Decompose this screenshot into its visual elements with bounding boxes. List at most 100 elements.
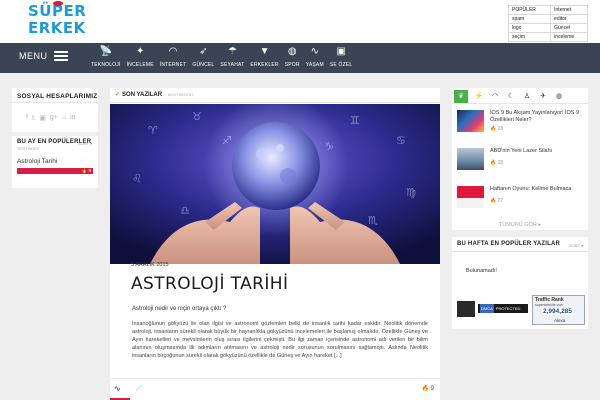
alexa-traffic-rank-badge[interactable]: Traffic Rank superwebsite.com 2,994,285 … — [532, 295, 585, 325]
post-thumbnail[interactable] — [457, 148, 484, 170]
article-card: ✓ SON YAZILAR MOST RECENT ♈ ♉ ♊ ♋ ♌ ♍ ♎ … — [110, 88, 440, 400]
tag-link[interactable]: seçim — [507, 32, 552, 42]
post-thumbnail[interactable] — [457, 186, 484, 208]
basketball-icon: ◍ — [287, 46, 297, 57]
person-icon[interactable]: ♙ — [520, 90, 534, 103]
sort-dropdown[interactable]: SORT ▾ — [78, 141, 92, 146]
divider — [12, 102, 98, 103]
tab-most-recent[interactable]: MOST RECENT — [168, 93, 193, 97]
svg-text:♎: ♎ — [180, 204, 190, 217]
fire-icon: 🔥 — [421, 386, 429, 392]
tag-link[interactable]: inceleme — [550, 32, 588, 42]
article-excerpt: İnsanoğlunun gökyüzü ile olan ilgisi ve … — [132, 321, 428, 359]
beach-umbrella-icon: ☂ — [227, 46, 237, 57]
leaf-icon[interactable]: ❦ — [454, 90, 468, 103]
article-date: 5 ARALIK 2015 — [131, 262, 169, 268]
widget-subtitle: TESTI INDEX — [17, 147, 39, 151]
category-nav: 📡 TEKNOLOJİ ✦ İNCELEME ◠ İNTERNET ➶ GÜNCEL ☂… — [88, 45, 355, 73]
article-title[interactable]: ASTROLOJİ TARİHİ — [131, 274, 288, 294]
wifi-icon: ◠ — [168, 46, 178, 57]
main-navbar: MENU 📡 TEKNOLOJİ ✦ İNCELEME ◠ İNTERNET ➶ GÜN… — [0, 43, 600, 73]
see-all-link[interactable]: TÜMÜNÜ GÖR ▸ — [452, 222, 588, 228]
tie-icon: ▼ — [259, 46, 270, 57]
nav-item-yasam[interactable]: ∿ YAŞAM — [303, 45, 327, 73]
traffic-rank-value: 2,994,285 — [541, 308, 574, 315]
nav-item-seyahat[interactable]: ☂ SEYAHAT — [217, 45, 247, 73]
tag-link[interactable]: spam — [507, 14, 552, 24]
menu-button[interactable]: MENU — [19, 51, 68, 61]
fire-icon: 🔥 — [490, 160, 497, 166]
plane-icon[interactable]: ✈ — [536, 90, 550, 103]
nav-item-se-ozel[interactable]: ▣ SE ÖZEL — [327, 45, 356, 73]
pulse-icon[interactable]: ∿ — [114, 384, 121, 393]
facebook-icon[interactable]: f — [26, 114, 28, 122]
tag-link[interactable]: POPÜLER — [507, 5, 552, 15]
empty-message: Bulunamadı! — [466, 268, 497, 274]
widget-title: BU HAFTA EN POPÜLER YAZILAR — [457, 241, 561, 247]
post-item[interactable]: ABD'nin Yeni Lazer Silahı 🔥 28 — [457, 148, 585, 176]
post-item[interactable]: İOS 9 Bu Akşam Yayınlanıyor! İOS 9 Özell… — [457, 110, 585, 138]
svg-text:♉: ♉ — [192, 110, 202, 123]
post-title[interactable]: ABD'nin Yeni Lazer Silahı — [490, 148, 582, 155]
logo-bow-icon — [53, 1, 63, 6]
nav-item-spor[interactable]: ◍ SPOR — [282, 45, 303, 73]
popular-item-link[interactable]: Astroloji Tarihi — [17, 158, 57, 165]
svg-text:♋: ♋ — [396, 134, 406, 147]
tab-label: SON YAZILAR — [122, 91, 163, 98]
divider — [452, 251, 588, 252]
home-icon[interactable]: ⌂ — [62, 114, 66, 122]
nav-item-erkekler[interactable]: ▼ ERKEKLER — [247, 45, 281, 73]
article-tabs: ✓ SON YAZILAR MOST RECENT — [110, 88, 440, 103]
twitter-icon[interactable]: 𝕥 — [32, 114, 35, 122]
nav-label: ERKEKLER — [250, 62, 279, 68]
svg-text:♌: ♌ — [132, 172, 142, 185]
tag-link[interactable]: editor — [550, 14, 588, 24]
checkmark-icon: ✓ — [115, 92, 121, 98]
post-title[interactable]: İOS 9 Bu Akşam Yayınlanıyor! İOS 9 Özell… — [490, 110, 582, 124]
post-count: 🔥 28 — [490, 126, 503, 132]
sort-dropdown[interactable]: SORT ▾ — [569, 243, 583, 248]
post-count: 🔥 28 — [490, 160, 503, 166]
tag-link[interactable]: Güncel — [550, 23, 588, 33]
nav-item-inceleme[interactable]: ✦ İNCELEME — [124, 45, 157, 73]
linkedin-icon[interactable]: in — [70, 114, 75, 122]
popular-month-widget: BU AY EN POPÜLERLER TESTI INDEX SORT ▾ A… — [12, 136, 98, 188]
post-item[interactable]: Haftanın Oyunu: Kelime Bulmaca 🔥 27 — [457, 186, 585, 214]
dmca-logo[interactable] — [457, 301, 475, 317]
category-icon-tabs: ❦ ⚡ ◠ ☾ ♙ ✈ ◍ — [452, 88, 588, 104]
post-title[interactable]: Haftanın Oyunu: Kelime Bulmaca — [490, 186, 582, 193]
nav-label: SE ÖZEL — [329, 62, 353, 68]
rocket-icon: ➶ — [199, 46, 208, 57]
tab-son-yazilar[interactable]: ✓ SON YAZILAR — [115, 91, 163, 99]
widget-title: SOSYAL HESAPLARIMIZ — [17, 93, 98, 100]
fire-icon: 🔥 — [490, 198, 497, 204]
se-badge-icon: ▣ — [336, 46, 346, 57]
google-plus-icon[interactable]: g+ — [50, 114, 58, 122]
tag-link[interactable]: logo — [507, 23, 552, 33]
social-icons: f 𝕥 ▣ g+ ⌂ in — [26, 114, 76, 122]
basketball-icon[interactable]: ◍ — [552, 90, 566, 103]
article-hero-image[interactable]: ♈ ♉ ♊ ♋ ♌ ♍ ♎ ♏ ♐ ♑ — [110, 104, 440, 264]
sparkle-icon: ✦ — [135, 46, 145, 57]
moon-icon[interactable]: ☾ — [504, 90, 518, 103]
article-footer: ∿ ⟋ 🔥 9 — [110, 378, 440, 400]
svg-text:♈: ♈ — [148, 124, 158, 137]
nav-item-guncel[interactable]: ➶ GÜNCEL — [189, 45, 217, 73]
nav-item-internet[interactable]: ◠ İNTERNET — [157, 45, 190, 73]
popularity-count: 🔥 9 — [82, 168, 91, 174]
trend-icon[interactable]: ⟋ — [136, 384, 142, 394]
category-post-list: İOS 9 Bu Akşam Yayınlanıyor! İOS 9 Özell… — [452, 104, 588, 230]
view-count-value: 9 — [430, 386, 434, 392]
wifi-icon[interactable]: ◠ — [488, 90, 502, 103]
popular-count: 9 — [88, 168, 91, 173]
dmca-protected-badge[interactable]: DMCA PROTECTED — [478, 304, 528, 313]
tag-link[interactable]: Internet — [550, 5, 588, 15]
instagram-icon[interactable]: ▣ — [39, 114, 46, 122]
flash-icon[interactable]: ⚡ — [472, 90, 486, 103]
post-count-value: 28 — [497, 126, 504, 132]
site-logo[interactable]: SÜPER ERKEK — [28, 1, 90, 39]
post-count: 🔥 27 — [490, 198, 503, 204]
post-thumbnail[interactable] — [457, 110, 484, 132]
nav-item-teknoloji[interactable]: 📡 TEKNOLOJİ — [88, 45, 124, 73]
popular-tags-table: POPÜLER Internet spam editor logo Güncel se… — [507, 5, 588, 42]
